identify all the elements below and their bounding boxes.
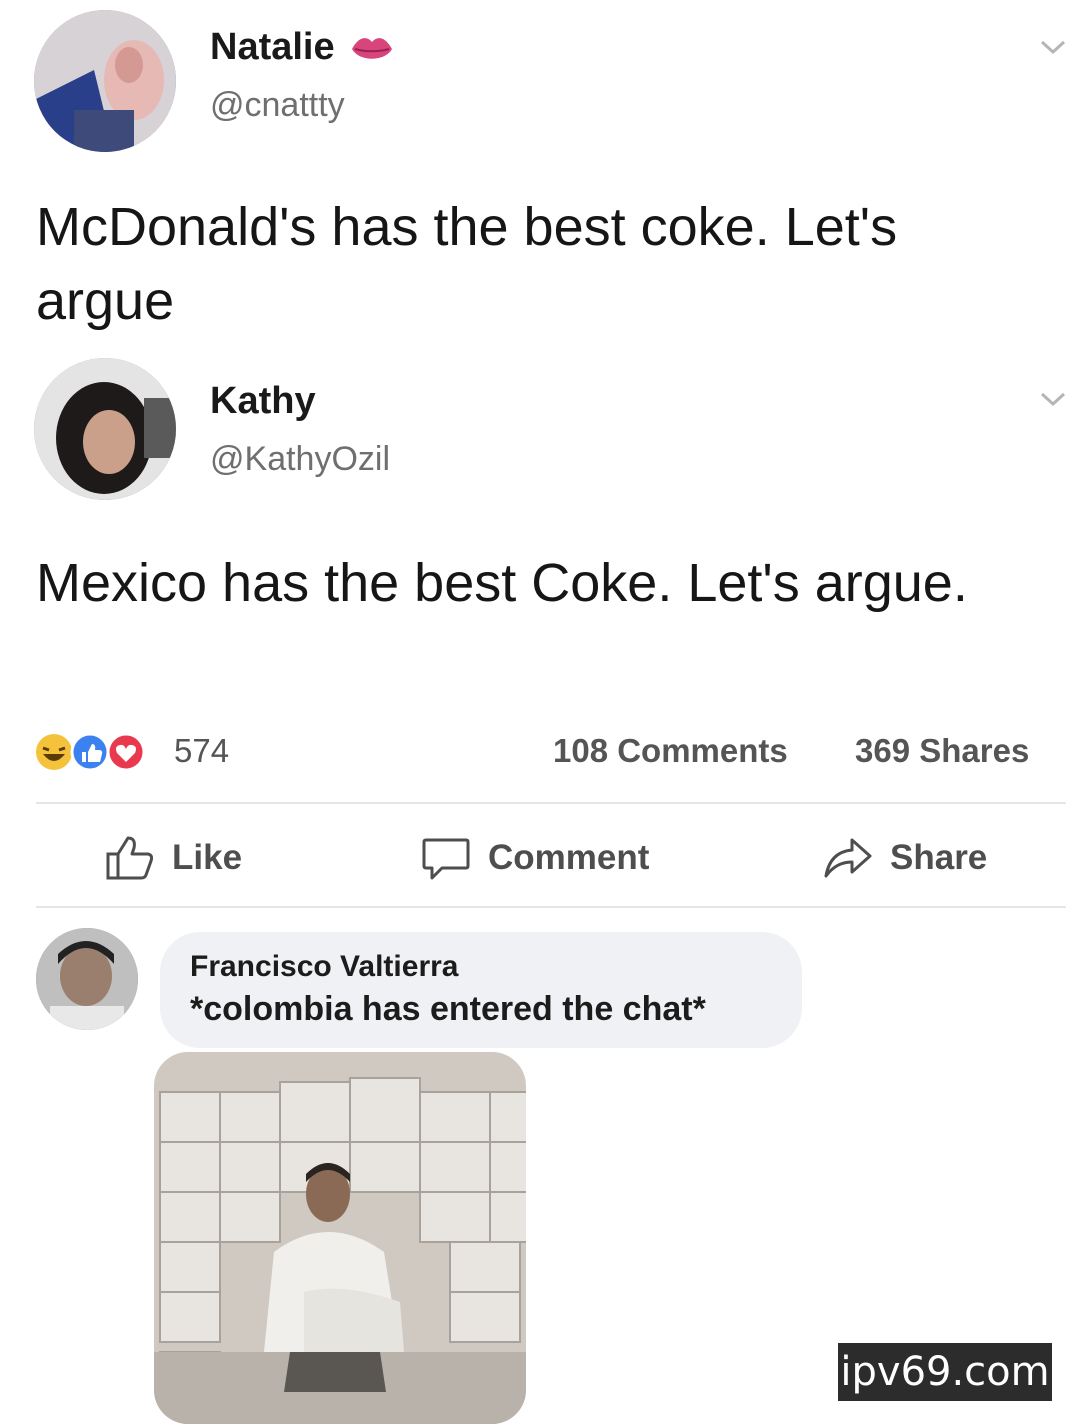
divider (36, 906, 1066, 908)
haha-icon (36, 734, 72, 770)
comment-text: *colombia has entered the chat* (190, 990, 706, 1028)
share-button[interactable]: Share (822, 830, 987, 886)
comment-bubble: Francisco Valtierra *colombia has entere… (160, 932, 802, 1048)
share-label: Share (890, 838, 988, 877)
comment-button[interactable]: Comment (420, 830, 649, 886)
reactions-count[interactable]: 574 (174, 732, 229, 770)
watermark: ipv69.com (838, 1343, 1052, 1401)
shares-count[interactable]: 369 Shares (855, 732, 1029, 770)
commenter-name[interactable]: Francisco Valtierra (190, 950, 458, 984)
like-icon (70, 732, 110, 772)
chevron-down-icon[interactable] (1036, 36, 1070, 58)
engagement-stats: 574 108 Comments 369 Shares (0, 718, 1080, 782)
share-icon (824, 838, 872, 878)
author-name[interactable]: Kathy (210, 380, 316, 423)
post-text: McDonald's has the best coke. Let's argu… (36, 197, 898, 331)
lips-icon (352, 38, 393, 59)
love-icon (106, 732, 146, 772)
reaction-icons[interactable] (34, 732, 170, 772)
avatar-francisco[interactable] (36, 928, 138, 1030)
comment-label: Comment (488, 838, 650, 877)
author-name[interactable]: Natalie (210, 26, 395, 69)
like-button[interactable]: Like (104, 830, 242, 886)
avatar-natalie[interactable] (34, 10, 176, 152)
thumbs-up-icon (106, 836, 154, 880)
chevron-down-icon[interactable] (1036, 388, 1070, 410)
avatar-kathy[interactable] (34, 358, 176, 500)
like-label: Like (172, 838, 243, 877)
comment-photo[interactable] (154, 1052, 526, 1424)
comments-count[interactable]: 108 Comments (553, 732, 788, 770)
divider (36, 802, 1066, 804)
author-handle[interactable]: @cnattty (210, 86, 345, 125)
comment-icon (422, 838, 470, 880)
post-text: Mexico has the best Coke. Let's argue. (36, 553, 968, 613)
author-handle[interactable]: @KathyOzil (210, 440, 390, 479)
